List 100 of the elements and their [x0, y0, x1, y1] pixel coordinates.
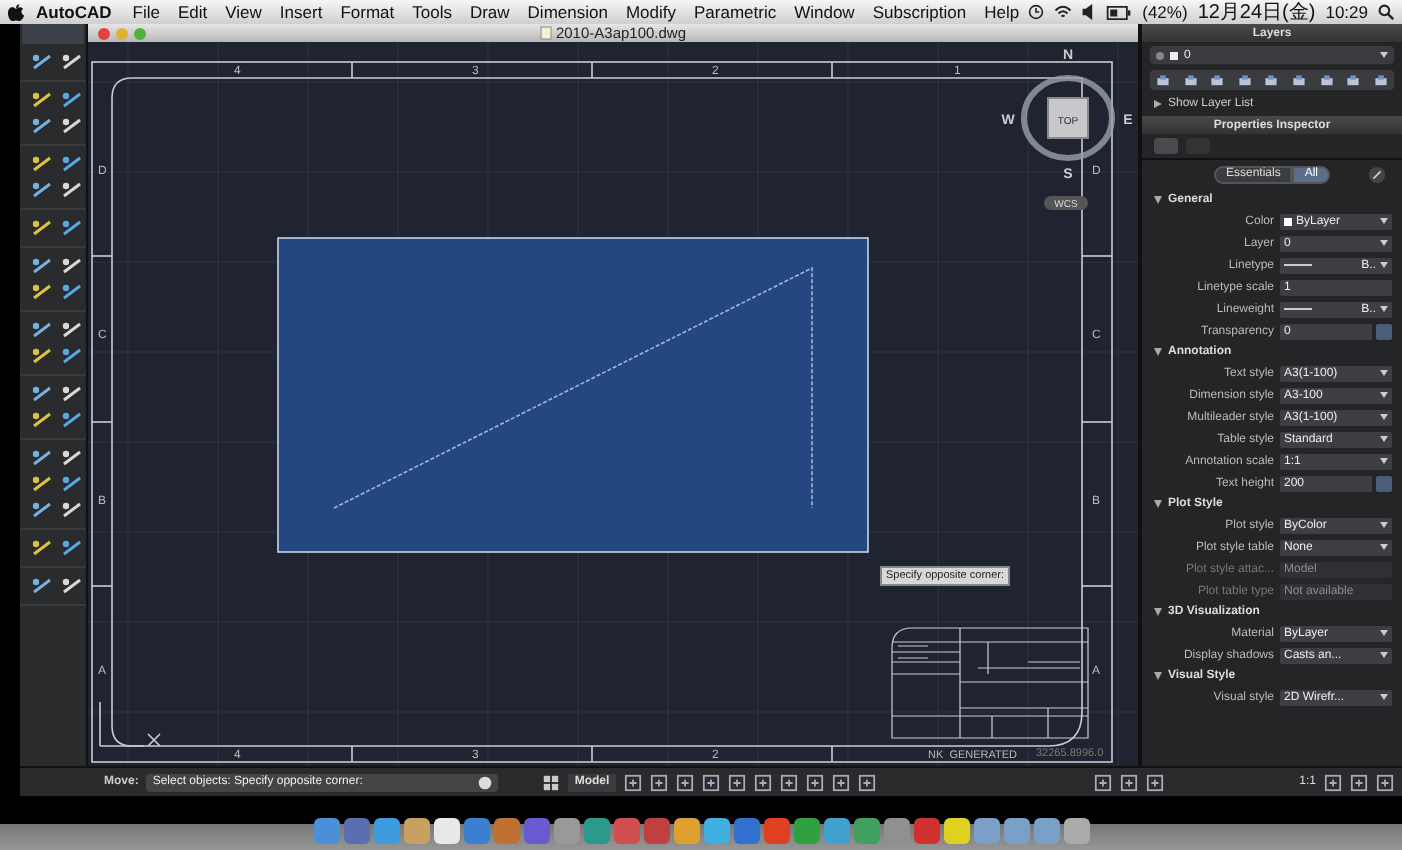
tool-icon[interactable] — [30, 282, 54, 302]
layer-tool-icon[interactable] — [1292, 73, 1306, 87]
tool-icon[interactable] — [30, 90, 54, 110]
layer-tool-icon[interactable] — [1346, 73, 1361, 87]
tool-icon[interactable] — [60, 448, 84, 468]
tool-icon[interactable] — [60, 500, 84, 520]
ucs-menu[interactable] — [1044, 196, 1088, 210]
status-toggle-icon[interactable] — [857, 773, 876, 791]
tool-icon[interactable] — [60, 346, 84, 366]
status-toggle-icon[interactable] — [1145, 773, 1164, 791]
tool-icon[interactable] — [30, 218, 54, 238]
status-toggle-icon[interactable] — [727, 773, 746, 791]
dock-app-icon[interactable] — [673, 818, 699, 844]
tool-icon[interactable] — [60, 90, 84, 110]
tool-icon[interactable] — [30, 576, 54, 596]
tool-icon[interactable] — [60, 52, 84, 72]
status-toggle-icon[interactable] — [1324, 773, 1342, 791]
status-toggle-icon[interactable] — [1350, 773, 1368, 791]
tool-icon[interactable] — [60, 320, 84, 340]
speaker-icon[interactable] — [1082, 4, 1097, 20]
menu-item[interactable]: Draw — [460, 2, 519, 22]
status-toggle-icon[interactable] — [753, 773, 772, 791]
dock-app-icon[interactable] — [433, 818, 459, 844]
wifi-icon[interactable] — [1054, 4, 1073, 20]
menu-item[interactable]: Tools — [403, 2, 461, 22]
dock-app-icon[interactable] — [973, 818, 999, 844]
tool-icon[interactable] — [60, 154, 84, 174]
menu-item[interactable]: File — [123, 2, 169, 22]
dock-app-icon[interactable] — [553, 818, 579, 844]
dock-app-icon[interactable] — [403, 818, 429, 844]
menu-item[interactable]: Modify — [616, 2, 685, 22]
dock-app-icon[interactable] — [373, 818, 399, 844]
tool-icon[interactable] — [30, 448, 54, 468]
status-toggle-icon[interactable] — [779, 773, 798, 791]
close-button[interactable] — [98, 27, 110, 39]
dock-app-icon[interactable] — [583, 818, 609, 844]
dock-app-icon[interactable] — [313, 818, 339, 844]
tool-icon[interactable] — [60, 384, 84, 404]
menu-item[interactable]: Dimension — [518, 2, 617, 22]
menu-item[interactable]: Edit — [168, 2, 217, 22]
search-icon[interactable] — [1378, 4, 1394, 20]
tool-icon[interactable] — [60, 282, 84, 302]
tool-icon[interactable] — [30, 346, 54, 366]
battery-icon[interactable] — [1106, 5, 1133, 19]
status-toggle-icon[interactable] — [623, 773, 642, 791]
tool-icon[interactable] — [30, 154, 54, 174]
menu-item[interactable]: Parametric — [685, 2, 786, 22]
pick-icon[interactable] — [1368, 166, 1386, 184]
app-menu[interactable]: AutoCAD — [24, 2, 124, 22]
layer-tool-icon[interactable] — [1373, 73, 1388, 87]
status-toggle-icon[interactable] — [831, 773, 850, 791]
status-toggle-icon[interactable] — [649, 773, 668, 791]
dock-app-icon[interactable] — [823, 818, 849, 844]
tool-icon[interactable] — [30, 410, 54, 430]
clock-icon[interactable] — [1028, 4, 1045, 20]
dock-app-icon[interactable] — [853, 818, 879, 844]
menu-item[interactable]: Subscription — [863, 2, 976, 22]
dock-app-icon[interactable] — [793, 818, 819, 844]
tool-icon[interactable] — [60, 256, 84, 276]
tool-icon[interactable] — [30, 538, 54, 558]
layer-tool-icon[interactable] — [1156, 73, 1171, 87]
tool-icon[interactable] — [60, 180, 84, 200]
dock-app-icon[interactable] — [1063, 818, 1089, 844]
menu-item[interactable]: Help — [975, 2, 1029, 22]
tool-icon[interactable] — [60, 218, 84, 238]
layer-tool-icon[interactable] — [1264, 73, 1279, 87]
tool-icon[interactable] — [30, 474, 54, 494]
menu-item[interactable]: Insert — [270, 2, 332, 22]
tool-icon[interactable] — [30, 116, 54, 136]
layer-tool-icon[interactable] — [1237, 73, 1252, 87]
status-toggle-icon[interactable] — [1093, 773, 1112, 791]
menu-item[interactable]: Window — [785, 2, 864, 22]
tool-icon[interactable] — [30, 500, 54, 520]
status-toggle-icon[interactable] — [701, 773, 720, 791]
status-toggle-icon[interactable] — [1376, 773, 1394, 791]
tool-icon[interactable] — [60, 576, 84, 596]
tool-icon[interactable] — [60, 410, 84, 430]
layer-tool-icon[interactable] — [1183, 73, 1198, 87]
menu-item[interactable]: View — [216, 2, 271, 22]
dock-app-icon[interactable] — [703, 818, 729, 844]
dock-app-icon[interactable] — [1033, 818, 1059, 844]
dock-app-icon[interactable] — [1003, 818, 1029, 844]
status-toggle-icon[interactable] — [1119, 773, 1138, 791]
tool-icon[interactable] — [30, 52, 54, 72]
layer-tool-icon[interactable] — [1319, 73, 1334, 87]
tool-icon[interactable] — [30, 384, 54, 404]
tool-icon[interactable] — [30, 180, 54, 200]
dock-app-icon[interactable] — [943, 818, 969, 844]
tool-icon[interactable] — [30, 320, 54, 340]
tool-icon[interactable] — [30, 256, 54, 276]
menu-item[interactable]: Format — [331, 2, 404, 22]
tool-icon[interactable] — [60, 538, 84, 558]
layer-tool-icon[interactable] — [1210, 73, 1225, 87]
status-toggle-icon[interactable] — [675, 773, 694, 791]
tool-icon[interactable] — [60, 116, 84, 136]
status-toggle-icon[interactable] — [805, 773, 824, 791]
apple-icon[interactable] — [8, 3, 24, 21]
grid-icon[interactable] — [542, 773, 561, 791]
tool-icon[interactable] — [60, 474, 84, 494]
dock-app-icon[interactable] — [883, 818, 909, 844]
